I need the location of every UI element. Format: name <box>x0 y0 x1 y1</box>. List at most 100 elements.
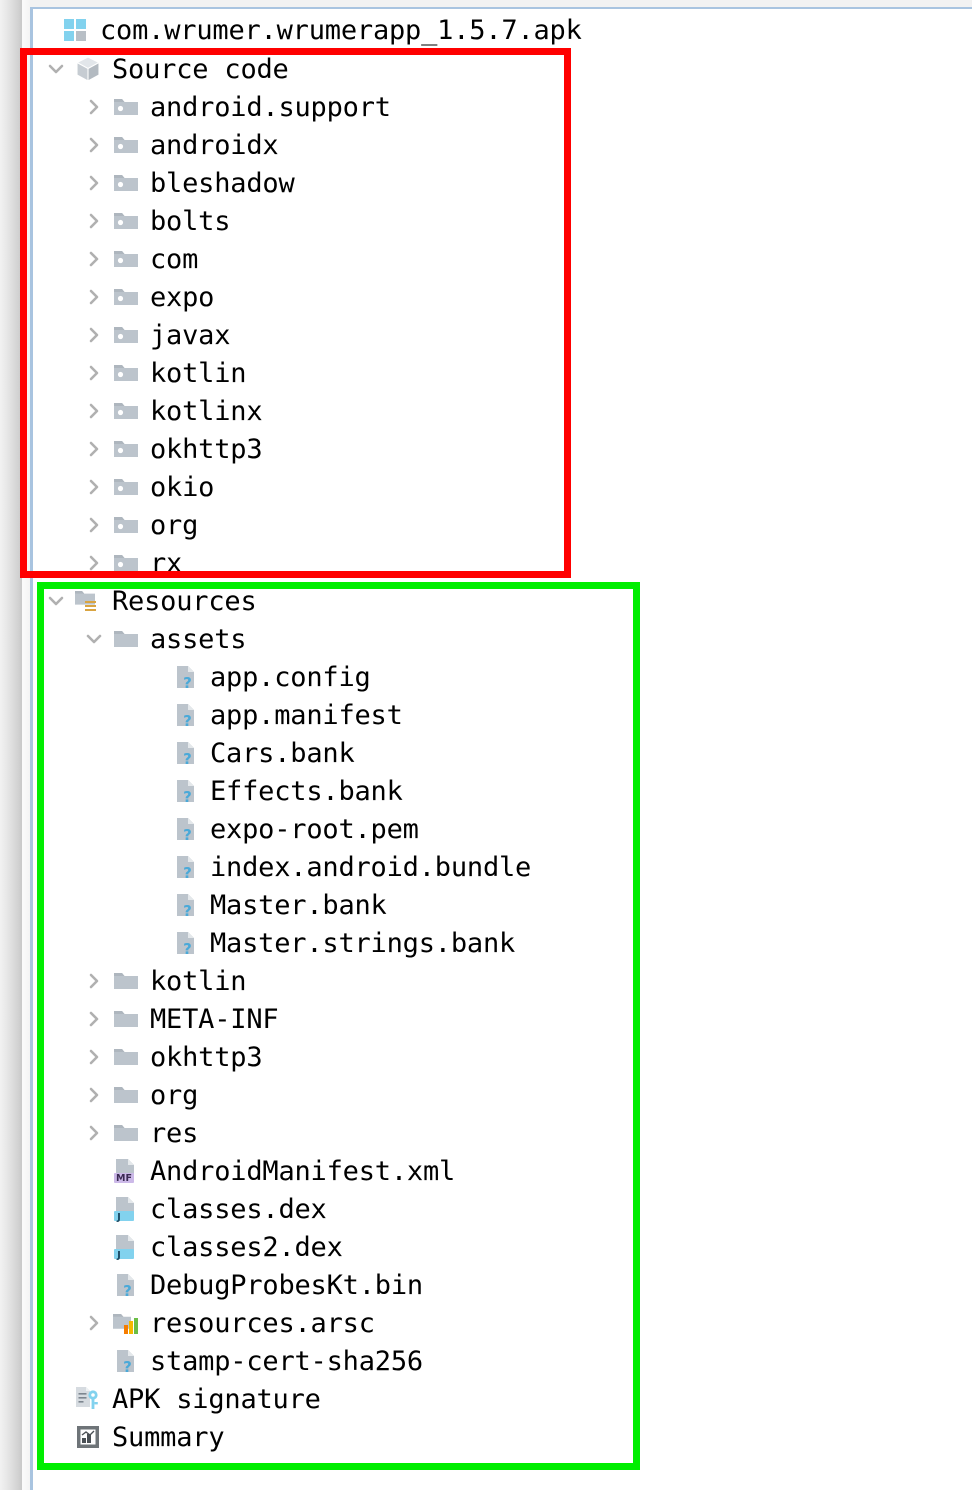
chevron-right-icon[interactable] <box>83 248 105 270</box>
tree-row[interactable]: okhttp3 <box>33 1038 972 1076</box>
chevron-right-icon[interactable] <box>83 1122 105 1144</box>
chevron-right-icon[interactable] <box>83 172 105 194</box>
tree-row[interactable]: ? index.android.bundle <box>33 848 972 886</box>
tree-row[interactable]: resources.arsc <box>33 1304 972 1342</box>
tree-row[interactable]: okhttp3 <box>33 430 972 468</box>
tree-row[interactable]: kotlin <box>33 354 972 392</box>
tree-row[interactable]: bleshadow <box>33 164 972 202</box>
chevron-down-icon[interactable] <box>45 58 67 80</box>
tree-row[interactable]: Summary <box>33 1418 972 1456</box>
unknown-file-icon: ? <box>111 1270 141 1300</box>
package-folder-icon <box>111 434 141 464</box>
svg-text:MF: MF <box>116 1173 132 1184</box>
tree-row[interactable]: org <box>33 506 972 544</box>
unknown-file-icon: ? <box>171 814 201 844</box>
tree-row[interactable]: ? stamp-cert-sha256 <box>33 1342 972 1380</box>
tree-row[interactable]: ? Master.bank <box>33 886 972 924</box>
tree-row[interactable]: androidx <box>33 126 972 164</box>
tree-row[interactable]: bolts <box>33 202 972 240</box>
tree-row[interactable]: com <box>33 240 972 278</box>
cube-icon <box>73 54 103 84</box>
tree-row[interactable]: APK signature <box>33 1380 972 1418</box>
tree-row[interactable]: Resources <box>33 582 972 620</box>
tree-row[interactable]: ? Cars.bank <box>33 734 972 772</box>
chevron-right-icon[interactable] <box>83 286 105 308</box>
chevron-down-icon[interactable] <box>83 628 105 650</box>
tree-row[interactable]: assets <box>33 620 972 658</box>
tree-row[interactable]: expo <box>33 278 972 316</box>
package-folder-icon <box>111 472 141 502</box>
svg-text:?: ? <box>183 902 192 920</box>
tree-row[interactable]: res <box>33 1114 972 1152</box>
tree-row[interactable]: Jclasses2.dex <box>33 1228 972 1266</box>
folder-icon <box>111 1042 141 1072</box>
tree-row[interactable]: ? app.config <box>33 658 972 696</box>
tree-row[interactable]: android.support <box>33 88 972 126</box>
chevron-right-icon[interactable] <box>83 210 105 232</box>
chevron-right-icon[interactable] <box>83 134 105 156</box>
folder-icon <box>111 1118 141 1148</box>
chevron-right-icon[interactable] <box>83 96 105 118</box>
tree-row[interactable]: ? expo-root.pem <box>33 810 972 848</box>
tree-row-label: index.android.bundle <box>210 851 532 883</box>
chevron-right-icon[interactable] <box>83 1312 105 1334</box>
package-folder-icon <box>111 548 141 578</box>
panel-gutter-shadow <box>22 0 30 1490</box>
chevron-right-icon[interactable] <box>83 400 105 422</box>
tree-row-label: okhttp3 <box>150 433 263 465</box>
tree-row[interactable]: org <box>33 1076 972 1114</box>
tree-row[interactable]: kotlin <box>33 962 972 1000</box>
tree-row-label: Summary <box>112 1421 225 1453</box>
package-folder-icon <box>111 358 141 388</box>
tree-row-label: Master.bank <box>210 889 387 921</box>
tree-row[interactable]: kotlinx <box>33 392 972 430</box>
chevron-right-icon[interactable] <box>83 438 105 460</box>
tree-row[interactable]: ? Effects.bank <box>33 772 972 810</box>
tree-row-label: classes.dex <box>150 1193 327 1225</box>
tree-row-label: com <box>150 243 199 275</box>
tree-row[interactable]: ? app.manifest <box>33 696 972 734</box>
tree-row-label: AndroidManifest.xml <box>150 1155 456 1187</box>
tree-row-label: okhttp3 <box>150 1041 263 1073</box>
chevron-right-icon[interactable] <box>83 552 105 574</box>
tree-row-label: app.manifest <box>210 699 403 731</box>
tree-row[interactable]: javax <box>33 316 972 354</box>
chevron-right-icon[interactable] <box>83 1046 105 1068</box>
tree-row-label: APK signature <box>112 1383 321 1415</box>
tree-row-label: kotlin <box>150 965 247 997</box>
tree-row-label: org <box>150 509 199 541</box>
unknown-file-icon: ? <box>171 776 201 806</box>
manifest-file-icon: MF <box>111 1156 141 1186</box>
package-folder-icon <box>111 168 141 198</box>
tree-row-label: Resources <box>112 585 257 617</box>
chevron-right-icon[interactable] <box>83 1084 105 1106</box>
tree-row[interactable]: META-INF <box>33 1000 972 1038</box>
tree-row-label: expo <box>150 281 215 313</box>
tree-row[interactable]: Source code <box>33 50 972 88</box>
signature-key-icon <box>73 1384 103 1414</box>
chevron-down-icon[interactable] <box>45 590 67 612</box>
tree-row-label: expo-root.pem <box>210 813 419 845</box>
apk-tree-panel[interactable]: com.wrumer.wrumerapp_1.5.7.apk Source co… <box>33 11 972 1490</box>
chevron-right-icon[interactable] <box>83 514 105 536</box>
tree-row[interactable]: rx <box>33 544 972 582</box>
tree-row[interactable]: ? DebugProbesKt.bin <box>33 1266 972 1304</box>
chevron-right-icon[interactable] <box>83 1008 105 1030</box>
tree-row[interactable]: okio <box>33 468 972 506</box>
tree-row-label: Source code <box>112 53 289 85</box>
chevron-right-icon[interactable] <box>83 476 105 498</box>
tree-row-label: resources.arsc <box>150 1307 375 1339</box>
chevron-right-icon[interactable] <box>83 970 105 992</box>
chevron-right-icon[interactable] <box>83 324 105 346</box>
unknown-file-icon: ? <box>171 738 201 768</box>
tree-row-label: androidx <box>150 129 279 161</box>
tree-row[interactable]: MF AndroidManifest.xml <box>33 1152 972 1190</box>
tree-row[interactable]: Jclasses.dex <box>33 1190 972 1228</box>
unknown-file-icon: ? <box>171 700 201 730</box>
tree-row[interactable]: ? Master.strings.bank <box>33 924 972 962</box>
tree-row-label: app.config <box>210 661 371 693</box>
tree-row-label: android.support <box>150 91 391 123</box>
chevron-right-icon[interactable] <box>83 362 105 384</box>
tree-row-label: rx <box>150 547 183 579</box>
tree-root-row[interactable]: com.wrumer.wrumerapp_1.5.7.apk <box>33 11 972 49</box>
